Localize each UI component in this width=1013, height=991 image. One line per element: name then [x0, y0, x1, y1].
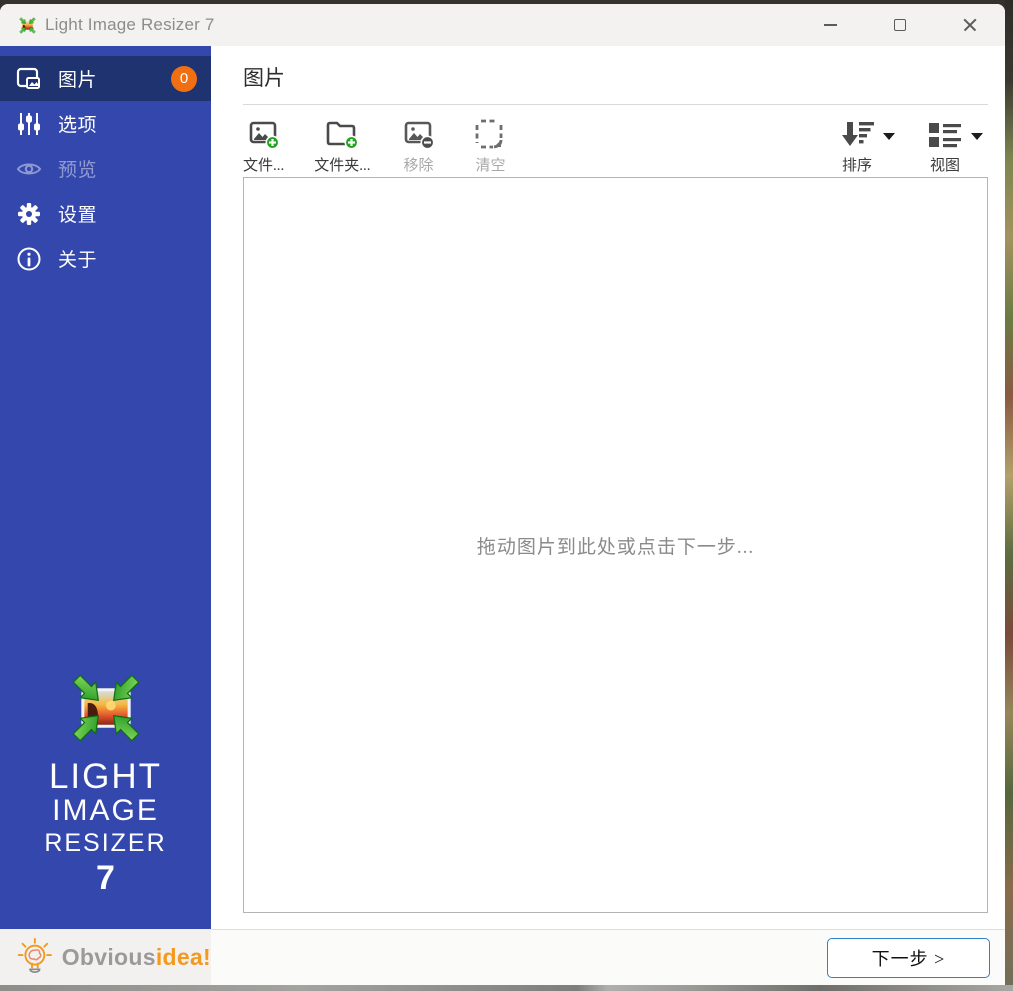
clear-selection-icon [475, 117, 507, 150]
title-bar[interactable]: Light Image Resizer 7 [0, 4, 1005, 46]
sidebar-item-label: 图片 [58, 65, 97, 92]
view-button[interactable]: 视图 [927, 117, 963, 175]
add-files-button[interactable]: 文件... [243, 117, 284, 175]
image-drop-zone[interactable]: 拖动图片到此处或点击下一步... [243, 177, 988, 913]
sidebar-item-label: 设置 [58, 200, 97, 227]
remove-image-icon [403, 117, 435, 150]
sliders-icon [16, 111, 42, 137]
info-icon [16, 246, 42, 272]
sidebar-item-preview[interactable]: 预览 [0, 146, 211, 191]
minimize-icon [824, 24, 837, 26]
sidebar: 图片 0 选项 [0, 46, 211, 985]
eye-icon [16, 156, 42, 182]
next-step-button[interactable]: 下一步 > [827, 938, 990, 978]
sidebar-item-label: 关于 [58, 245, 97, 272]
image-count-badge: 0 [171, 66, 197, 92]
logo-version-number: 7 [0, 858, 211, 899]
bottom-action-bar: 下一步 > [211, 929, 1005, 985]
view-dropdown-caret[interactable] [971, 133, 983, 140]
sort-dropdown-caret[interactable] [883, 133, 895, 140]
sidebar-item-options[interactable]: 选项 [0, 101, 211, 146]
desktop-edge-bottom [0, 985, 1013, 991]
app-logo-big-icon [67, 669, 145, 747]
clear-button[interactable]: 清空 [475, 117, 507, 175]
sidebar-item-label: 预览 [58, 155, 97, 182]
obviousidea-footer[interactable]: Obviousidea! [0, 929, 211, 985]
obviousidea-wordmark: Obviousidea! [62, 944, 211, 971]
page-title: 图片 [243, 62, 988, 92]
drop-zone-hint: 拖动图片到此处或点击下一步... [477, 532, 754, 559]
close-button[interactable] [935, 4, 1005, 46]
photos-icon [16, 66, 42, 92]
desktop-edge-right [1005, 0, 1013, 991]
logo-word-resizer: RESIZER [0, 828, 211, 858]
sort-descending-icon [839, 117, 875, 150]
app-logo-icon [18, 16, 37, 35]
add-folder-button[interactable]: 文件夹... [314, 117, 370, 175]
logo-word-image: IMAGE [0, 794, 211, 829]
sidebar-item-about[interactable]: 关于 [0, 236, 211, 281]
maximize-button[interactable] [865, 4, 935, 46]
maximize-icon [894, 19, 906, 31]
sidebar-item-images[interactable]: 图片 0 [0, 56, 211, 101]
app-logo-block: LIGHT IMAGE RESIZER 7 [0, 669, 211, 899]
lightbulb-icon [14, 935, 56, 979]
brand-orange-text: idea! [156, 944, 211, 970]
sidebar-item-label: 选项 [58, 110, 97, 137]
sidebar-item-settings[interactable]: 设置 [0, 191, 211, 236]
toolbar: 文件... 文件夹... [211, 105, 1005, 171]
sort-button[interactable]: 排序 [839, 117, 875, 175]
gear-icon [16, 201, 42, 227]
main-panel: 图片 文件... [211, 46, 1005, 985]
window-title: Light Image Resizer 7 [45, 15, 215, 35]
add-folder-icon [325, 117, 359, 150]
close-icon [963, 18, 977, 32]
brand-gray-text: Obvious [62, 944, 156, 970]
logo-word-light: LIGHT [0, 759, 211, 794]
remove-button[interactable]: 移除 [403, 117, 435, 175]
add-image-icon [248, 117, 280, 150]
view-mode-icon [927, 117, 963, 150]
minimize-button[interactable] [795, 4, 865, 46]
app-window: Light Image Resizer 7 图片 [0, 4, 1005, 985]
